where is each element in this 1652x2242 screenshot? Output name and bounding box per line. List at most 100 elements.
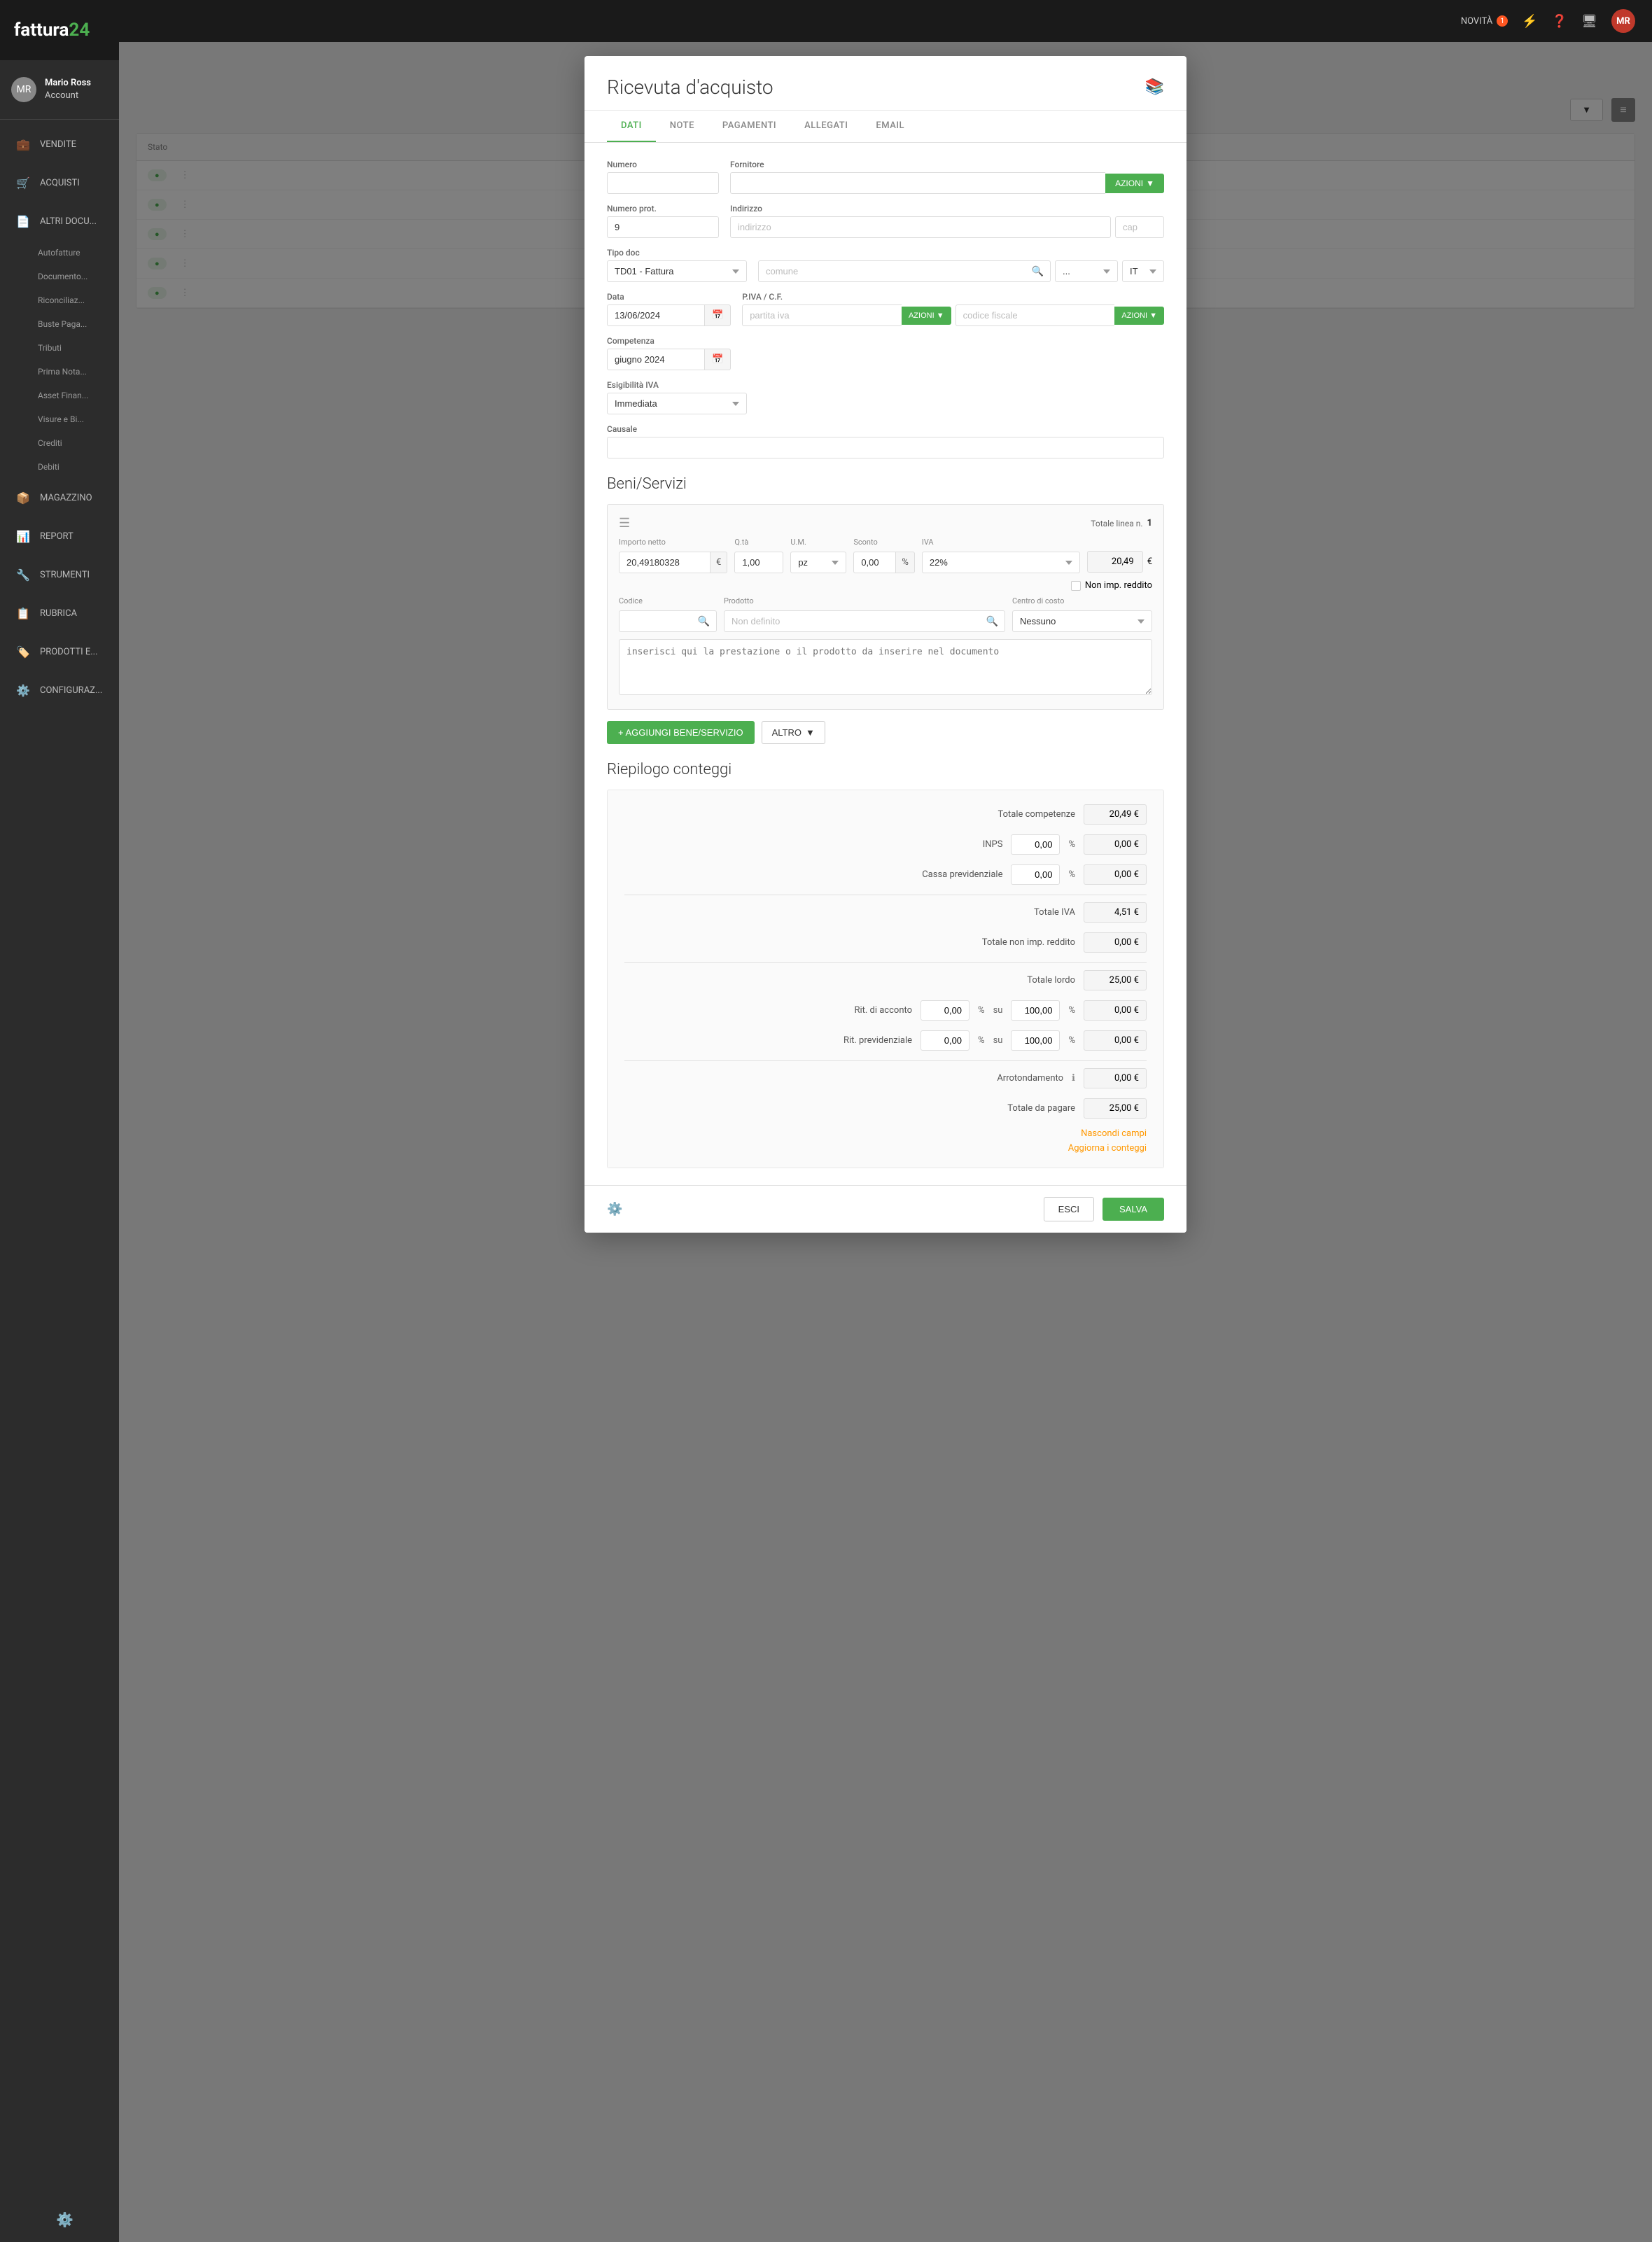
sidebar-item-altri-docu[interactable]: 📄 ALTRI DOCU... [0, 202, 119, 241]
prodotto-input[interactable] [724, 610, 1005, 632]
inps-percent-input[interactable] [1011, 834, 1060, 855]
non-imp-checkbox[interactable] [1071, 581, 1081, 591]
paese-select[interactable]: IT [1122, 260, 1164, 282]
modal-overlay: Ricevuta d'acquisto 📚 DATI NOTE PAGAMENT… [119, 42, 1652, 2242]
altro-dropdown-button[interactable]: ALTRO ▼ [762, 721, 825, 744]
form-group-causale: Causale [607, 424, 1164, 458]
form-row-competenza: Competenza 📅 [607, 336, 1164, 370]
aggiungi-bene-button[interactable]: + AGGIUNGI BENE/SERVIZIO [607, 721, 755, 744]
riepilogo-row-arrotondamento: Arrotondamento ℹ 0,00 € [624, 1068, 1147, 1088]
cassa-percent-input[interactable] [1011, 864, 1060, 885]
tab-dati[interactable]: DATI [607, 111, 656, 142]
tab-note[interactable]: NOTE [656, 111, 708, 142]
centro-costo-select[interactable]: Nessuno [1012, 610, 1152, 632]
form-group-comune: 🔍 ... IT [758, 248, 1164, 282]
numero-prot-input[interactable] [607, 216, 719, 238]
data-input[interactable] [607, 304, 705, 326]
sidebar-sub-asset-finan[interactable]: Asset Finan... [0, 384, 119, 407]
comune-input[interactable] [758, 260, 1051, 282]
sidebar-sub-buste-paga[interactable]: Buste Paga... [0, 312, 119, 336]
bottom-gear-icon[interactable]: ⚙️ [56, 2211, 74, 2228]
sidebar-item-strumenti[interactable]: 🔧 STRUMENTI [0, 556, 119, 594]
sidebar-sub-riconciliaz[interactable]: Riconciliaz... [0, 288, 119, 312]
tab-allegati[interactable]: ALLEGATI [790, 111, 862, 142]
importo-input[interactable] [619, 552, 710, 573]
form-row-esigibilita: Esigibilità IVA Immediata Differita Spli… [607, 380, 1164, 414]
user-avatar[interactable]: MR [1611, 9, 1635, 33]
rit-acconto-su-input[interactable] [1011, 1000, 1060, 1021]
sconto-input[interactable] [853, 552, 895, 573]
tab-email[interactable]: EMAIL [862, 111, 918, 142]
azioni-fornitore-button[interactable]: AZIONI ▼ [1105, 174, 1164, 193]
sidebar-user[interactable]: MR Mario Ross Account [0, 60, 119, 120]
rit-prev-su-input[interactable] [1011, 1030, 1060, 1051]
sidebar-sub-autofatture[interactable]: Autofatture [0, 241, 119, 265]
novita-badge[interactable]: NOVITÀ 1 [1461, 15, 1508, 27]
causale-input[interactable] [607, 437, 1164, 458]
form-row-prot-indirizzo: Numero prot. Indirizzo [607, 204, 1164, 238]
totale-competenze-value: 20,49 € [1084, 804, 1147, 825]
tab-pagamenti[interactable]: PAGAMENTI [708, 111, 790, 142]
form-group-fornitore: Fornitore AZIONI ▼ [730, 160, 1164, 194]
sidebar-sub-prima-nota[interactable]: Prima Nota... [0, 360, 119, 384]
rit-acconto-percent-input[interactable] [920, 1000, 969, 1021]
competenza-input[interactable] [607, 349, 705, 370]
sidebar-item-label: VENDITE [40, 139, 76, 150]
azioni-piva-button[interactable]: AZIONI ▼ [902, 307, 951, 325]
refresh-icon[interactable]: ⚡ [1522, 14, 1537, 29]
user-subtitle: Account [45, 90, 91, 102]
piva-label: P.IVA / C.F. [742, 292, 1164, 302]
footer-gear-icon[interactable]: ⚙️ [607, 1202, 622, 1217]
provincia-select[interactable]: ... [1055, 260, 1118, 282]
iva-select[interactable]: 22%10%4%0% [922, 552, 1080, 573]
modal-header: Ricevuta d'acquisto 📚 [584, 56, 1186, 111]
piva-input[interactable] [742, 304, 902, 326]
sidebar-item-report[interactable]: 📊 REPORT [0, 517, 119, 556]
sidebar-item-vendite[interactable]: 💼 VENDITE [0, 125, 119, 164]
drag-icon[interactable]: ☰ [619, 516, 630, 531]
qta-input[interactable] [734, 552, 783, 573]
esigibilita-select[interactable]: Immediata Differita Split payment [607, 393, 747, 414]
riepilogo-row-rit-prev: Rit. previdenziale % su % 0,00 € [624, 1030, 1147, 1051]
bookshelf-icon[interactable]: 📚 [1145, 78, 1164, 96]
um-select[interactable]: pzkglt [790, 552, 846, 573]
causale-label: Causale [607, 424, 1164, 434]
arrotondamento-info-icon[interactable]: ℹ [1072, 1073, 1075, 1084]
codice-input[interactable] [619, 610, 717, 632]
nascondi-campi-link[interactable]: Nascondi campi [624, 1128, 1147, 1139]
form-row-numero-fornitore: Numero Fornitore AZIONI ▼ [607, 160, 1164, 194]
tipo-doc-select[interactable]: TD01 - Fattura TD02 - Acconto/anticipo T… [607, 260, 747, 282]
sidebar-item-configuraz[interactable]: ⚙️ CONFIGURAZ... [0, 671, 119, 710]
sidebar-item-acquisti[interactable]: 🛒 ACQUISTI [0, 164, 119, 202]
save-button[interactable]: SALVA [1102, 1198, 1164, 1221]
iva-label: IVA [922, 538, 1080, 547]
cf-input[interactable] [955, 304, 1115, 326]
indirizzo-input[interactable] [730, 216, 1111, 238]
rit-prev-percent-input[interactable] [920, 1030, 969, 1051]
aggiorna-conteggi-link[interactable]: Aggiorna i conteggi [624, 1143, 1147, 1154]
totale-competenze-label: Totale competenze [997, 809, 1075, 820]
exit-button[interactable]: ESCI [1044, 1197, 1094, 1221]
competenza-calendar-icon[interactable]: 📅 [705, 349, 731, 370]
fornitore-input[interactable] [730, 172, 1105, 194]
importo-label: Importo netto [619, 538, 727, 547]
sidebar-item-magazzino[interactable]: 📦 MAGAZZINO [0, 479, 119, 517]
sidebar-sub-documento[interactable]: Documento... [0, 265, 119, 288]
cap-input[interactable] [1115, 216, 1164, 238]
help-icon[interactable]: ❓ [1552, 14, 1567, 29]
sidebar-sub-debiti[interactable]: Debiti [0, 455, 119, 479]
cassa-label: Cassa previdenziale [922, 869, 1002, 880]
sidebar-sub-tributi[interactable]: Tributi [0, 336, 119, 360]
total-line: Totale linea n. 1 [1091, 518, 1152, 528]
data-calendar-icon[interactable]: 📅 [705, 304, 731, 326]
riepilogo-row-totale-non-imp: Totale non imp. reddito 0,00 € [624, 932, 1147, 953]
sidebar-sub-visure-bi[interactable]: Visure e Bi... [0, 407, 119, 431]
sidebar-item-rubrica[interactable]: 📋 RUBRICA [0, 594, 119, 633]
descrizione-textarea[interactable] [619, 639, 1152, 695]
azioni-cf-button[interactable]: AZIONI ▼ [1114, 307, 1164, 325]
inps-label: INPS [983, 839, 1003, 850]
sidebar-sub-crediti[interactable]: Crediti [0, 431, 119, 455]
monitor-icon[interactable]: 🖥 [1581, 14, 1597, 29]
numero-input[interactable] [607, 172, 719, 194]
sidebar-item-prodotti[interactable]: 🏷️ PRODOTTI E... [0, 633, 119, 671]
